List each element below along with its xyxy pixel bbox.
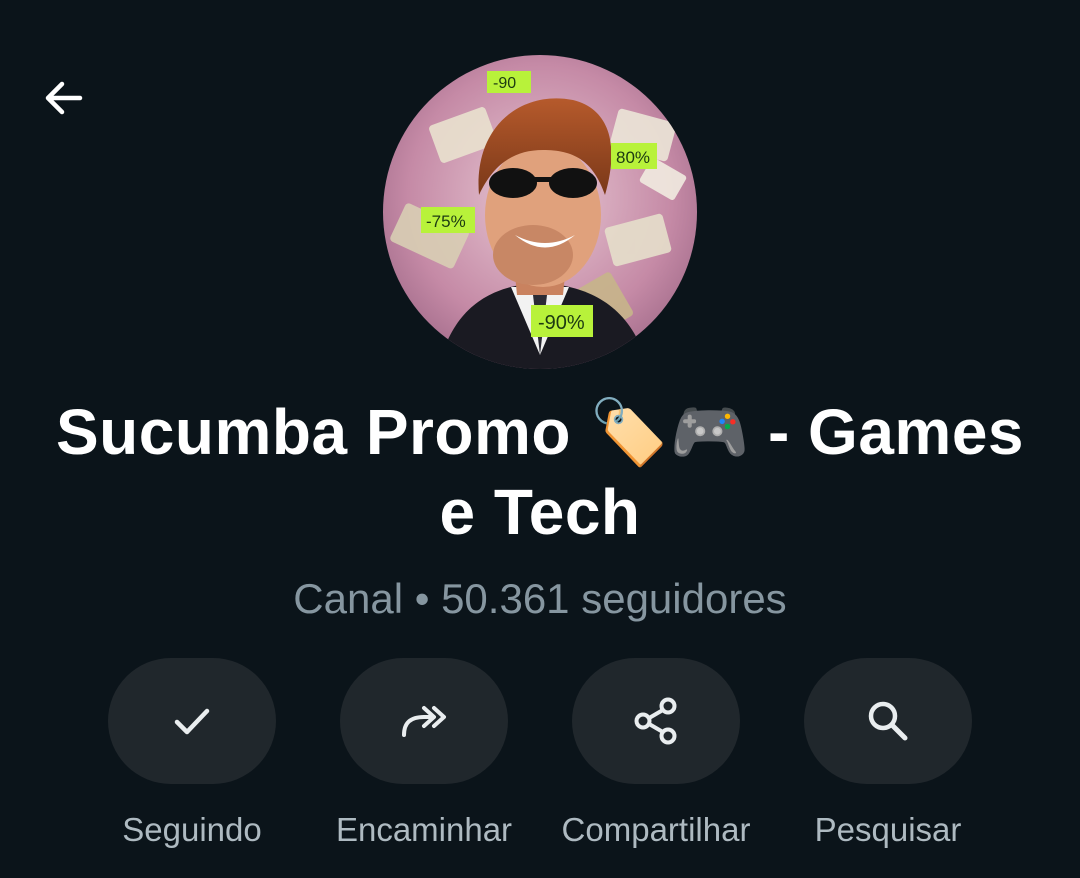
forward-pill[interactable] xyxy=(340,658,508,784)
share-label: Compartilhar xyxy=(561,811,751,848)
back-button[interactable] xyxy=(28,62,100,134)
channel-meta: Canal • 50.361 seguidores xyxy=(293,575,787,622)
search-label: Pesquisar xyxy=(814,811,962,848)
search-pill[interactable] xyxy=(804,658,972,784)
forward-button[interactable]: Encaminhar xyxy=(308,658,540,850)
svg-text:-75%: -75% xyxy=(426,212,466,231)
action-bar: Seguindo Encaminhar Compartilhar Pesquis… xyxy=(0,658,1080,868)
channel-info-screen: -90 80% -75% -90% Sucumba Promo 🏷️🎮 - Ga… xyxy=(0,0,1080,878)
search-button[interactable]: Pesquisar xyxy=(772,658,1004,850)
channel-name-line2: e Tech xyxy=(439,476,641,548)
following-pill[interactable] xyxy=(108,658,276,784)
svg-text:80%: 80% xyxy=(616,148,650,167)
forward-icon xyxy=(402,706,446,737)
arrow-left-icon xyxy=(45,81,83,115)
svg-text:-90%: -90% xyxy=(538,312,585,334)
channel-name-line1: Sucumba Promo 🏷️🎮 - Games xyxy=(55,396,1025,468)
share-button[interactable]: Compartilhar xyxy=(540,658,772,850)
share-pill[interactable] xyxy=(572,658,740,784)
channel-name: Sucumba Promo 🏷️🎮 - Games e Tech xyxy=(30,392,1050,552)
following-button[interactable]: Seguindo xyxy=(76,658,308,850)
share-icon xyxy=(634,697,677,745)
forward-label: Encaminhar xyxy=(335,811,513,848)
channel-avatar[interactable]: -90 80% -75% -90% xyxy=(383,55,697,369)
svg-text:-90: -90 xyxy=(493,75,516,92)
search-icon xyxy=(868,701,908,741)
following-label: Seguindo xyxy=(122,811,262,848)
check-icon xyxy=(174,708,210,735)
